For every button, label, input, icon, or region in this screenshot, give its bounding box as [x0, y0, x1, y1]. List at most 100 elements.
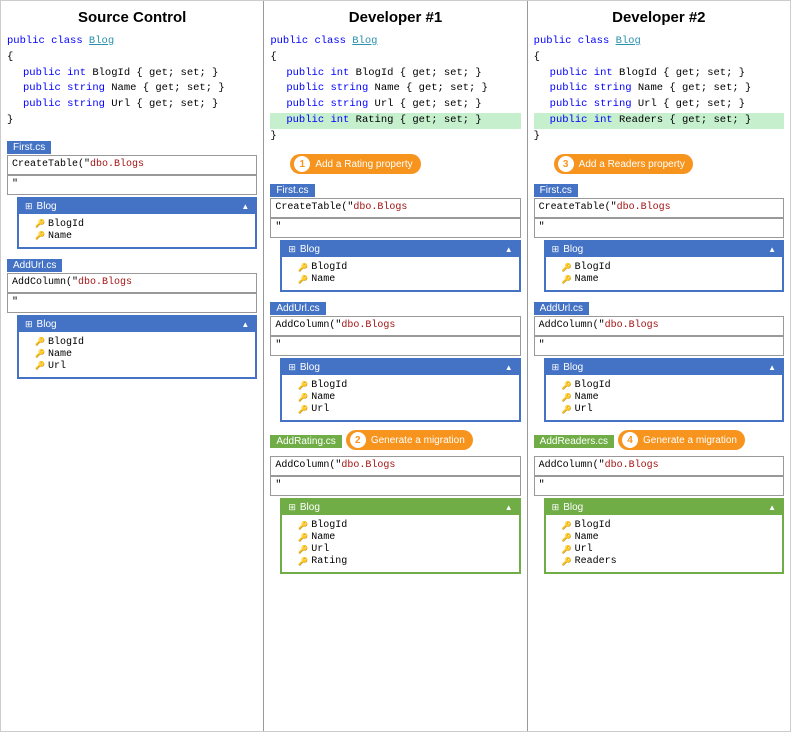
field-icon: 🔑 — [298, 557, 308, 567]
field-icon: 🔑 — [562, 393, 572, 403]
file-code-line: CreateTable("dbo.Blogs — [7, 155, 257, 175]
file-code-line: " — [534, 336, 784, 356]
file-section: AddUrl.csAddColumn("dbo.Blogs"⊞Blog▲🔑Blo… — [7, 255, 257, 379]
chevron-up-icon: ▲ — [505, 245, 513, 254]
column-2: Developer #1public class Blog{public int… — [264, 1, 527, 731]
file-label: AddUrl.cs — [7, 259, 62, 272]
file-code-line: " — [7, 175, 257, 195]
field-icon: 🔑 — [562, 263, 572, 273]
chevron-up-icon: ▲ — [241, 202, 249, 211]
file-code-line: " — [270, 336, 520, 356]
field-icon: 🔑 — [562, 557, 572, 567]
resx-panel: ⊞Blog▲🔑BlogId🔑Name🔑Url🔑Rating — [280, 498, 520, 574]
field-name: Readers — [575, 556, 617, 567]
field-name: Rating — [311, 556, 347, 567]
field-icon: 🔑 — [298, 405, 308, 415]
file-section: First.csCreateTable("dbo.Blogs"⊞Blog▲🔑Bl… — [534, 180, 784, 292]
resx-panel: ⊞Blog▲🔑BlogId🔑Name🔑Url🔑Readers — [544, 498, 784, 574]
file-code-line: AddColumn("dbo.Blogs — [534, 316, 784, 336]
field-row: 🔑Rating — [288, 556, 512, 567]
field-row: 🔑BlogId — [552, 380, 776, 391]
field-row: 🔑Name — [552, 274, 776, 285]
field-name: Url — [311, 404, 329, 415]
field-icon: 🔑 — [562, 521, 572, 531]
field-name: BlogId — [575, 520, 611, 531]
main-container: Source Control public class Blog{public i… — [0, 0, 791, 732]
field-name: Name — [311, 532, 335, 543]
field-icon: 🔑 — [35, 349, 45, 359]
field-icon: 🔑 — [298, 521, 308, 531]
file-code-line: AddColumn("dbo.Blogs — [270, 456, 520, 476]
chevron-up-icon: ▲ — [241, 320, 249, 329]
field-icon: 🔑 — [562, 275, 572, 285]
field-row: 🔑Name — [288, 532, 512, 543]
field-name: Name — [48, 349, 72, 360]
table-icon: ⊞ — [288, 502, 296, 513]
resx-panel: ⊞Blog▲🔑BlogId🔑Name🔑Url — [544, 358, 784, 422]
column-title: Source Control — [7, 9, 257, 26]
file-label: AddUrl.cs — [534, 302, 589, 315]
column-3: Developer #2public class Blog{public int… — [528, 1, 790, 731]
field-row: 🔑BlogId — [552, 520, 776, 531]
field-name: BlogId — [575, 380, 611, 391]
field-name: Name — [575, 392, 599, 403]
file-code-line: " — [270, 476, 520, 496]
field-row: 🔑Url — [25, 361, 249, 372]
file-with-annotation: AddRating.cs2Generate a migrationAddColu… — [270, 428, 520, 574]
resx-panel: ⊞ Blog ▲ 🔑BlogId🔑Name — [17, 197, 257, 249]
annotation-2: 2Generate a migration — [346, 430, 473, 450]
field-name: Name — [575, 274, 599, 285]
field-icon: 🔑 — [35, 231, 45, 241]
file-section: First.csCreateTable("dbo.Blogs"⊞Blog▲🔑Bl… — [7, 137, 257, 249]
file-label: First.cs — [534, 184, 578, 197]
file-section: AddUrl.csAddColumn("dbo.Blogs"⊞Blog▲🔑Blo… — [270, 298, 520, 422]
field-name: Url — [575, 544, 593, 555]
field-row: 🔑BlogId — [288, 520, 512, 531]
chevron-up-icon: ▲ — [768, 245, 776, 254]
file-label: AddReaders.cs — [534, 435, 614, 448]
field-name: Url — [48, 361, 66, 372]
resx-panel: ⊞Blog▲🔑BlogId🔑Name — [544, 240, 784, 292]
file-code-line: CreateTable("dbo.Blogs — [534, 198, 784, 218]
field-name: Name — [575, 532, 599, 543]
annotation-4: 4Generate a migration — [618, 430, 745, 450]
field-name: Url — [311, 544, 329, 555]
field-icon: 🔑 — [298, 263, 308, 273]
resx-panel: ⊞Blog▲🔑BlogId🔑Name🔑Url — [17, 315, 257, 379]
field-icon: 🔑 — [562, 545, 572, 555]
file-code-line: CreateTable("dbo.Blogs — [270, 198, 520, 218]
field-name: Name — [311, 392, 335, 403]
field-icon: 🔑 — [35, 219, 45, 229]
resx-panel: ⊞Blog▲🔑BlogId🔑Name — [280, 240, 520, 292]
entity-name: Blog — [37, 319, 57, 330]
chevron-up-icon: ▲ — [768, 363, 776, 372]
file-with-annotation: AddReaders.cs4Generate a migrationAddCol… — [534, 428, 784, 574]
table-icon: ⊞ — [288, 244, 296, 255]
field-row: 🔑Name — [25, 231, 249, 242]
field-icon: 🔑 — [35, 337, 45, 347]
field-row: 🔑Url — [552, 544, 776, 555]
field-row: 🔑BlogId — [25, 219, 249, 230]
code-block: public class Blog{public int BlogId { ge… — [7, 34, 257, 129]
chevron-up-icon: ▲ — [768, 503, 776, 512]
field-name: Name — [311, 274, 335, 285]
field-icon: 🔑 — [35, 361, 45, 371]
annotation-1: 1Add a Rating property — [290, 154, 420, 174]
table-icon: ⊞ — [25, 201, 33, 212]
file-section: First.csCreateTable("dbo.Blogs"⊞Blog▲🔑Bl… — [270, 180, 520, 292]
chevron-up-icon: ▲ — [505, 503, 513, 512]
entity-name: Blog — [300, 362, 320, 373]
field-row: 🔑Url — [552, 404, 776, 415]
column-1: Source Control public class Blog{public i… — [1, 1, 264, 731]
entity-name: Blog — [37, 201, 57, 212]
file-section: AddUrl.csAddColumn("dbo.Blogs"⊞Blog▲🔑Blo… — [534, 298, 784, 422]
field-icon: 🔑 — [562, 533, 572, 543]
field-row: 🔑Name — [552, 392, 776, 403]
annotation-3: 3Add a Readers property — [554, 154, 693, 174]
resx-panel: ⊞Blog▲🔑BlogId🔑Name🔑Url — [280, 358, 520, 422]
field-name: BlogId — [575, 262, 611, 273]
field-icon: 🔑 — [298, 275, 308, 285]
field-icon: 🔑 — [562, 405, 572, 415]
file-label: First.cs — [270, 184, 314, 197]
entity-name: Blog — [563, 502, 583, 513]
